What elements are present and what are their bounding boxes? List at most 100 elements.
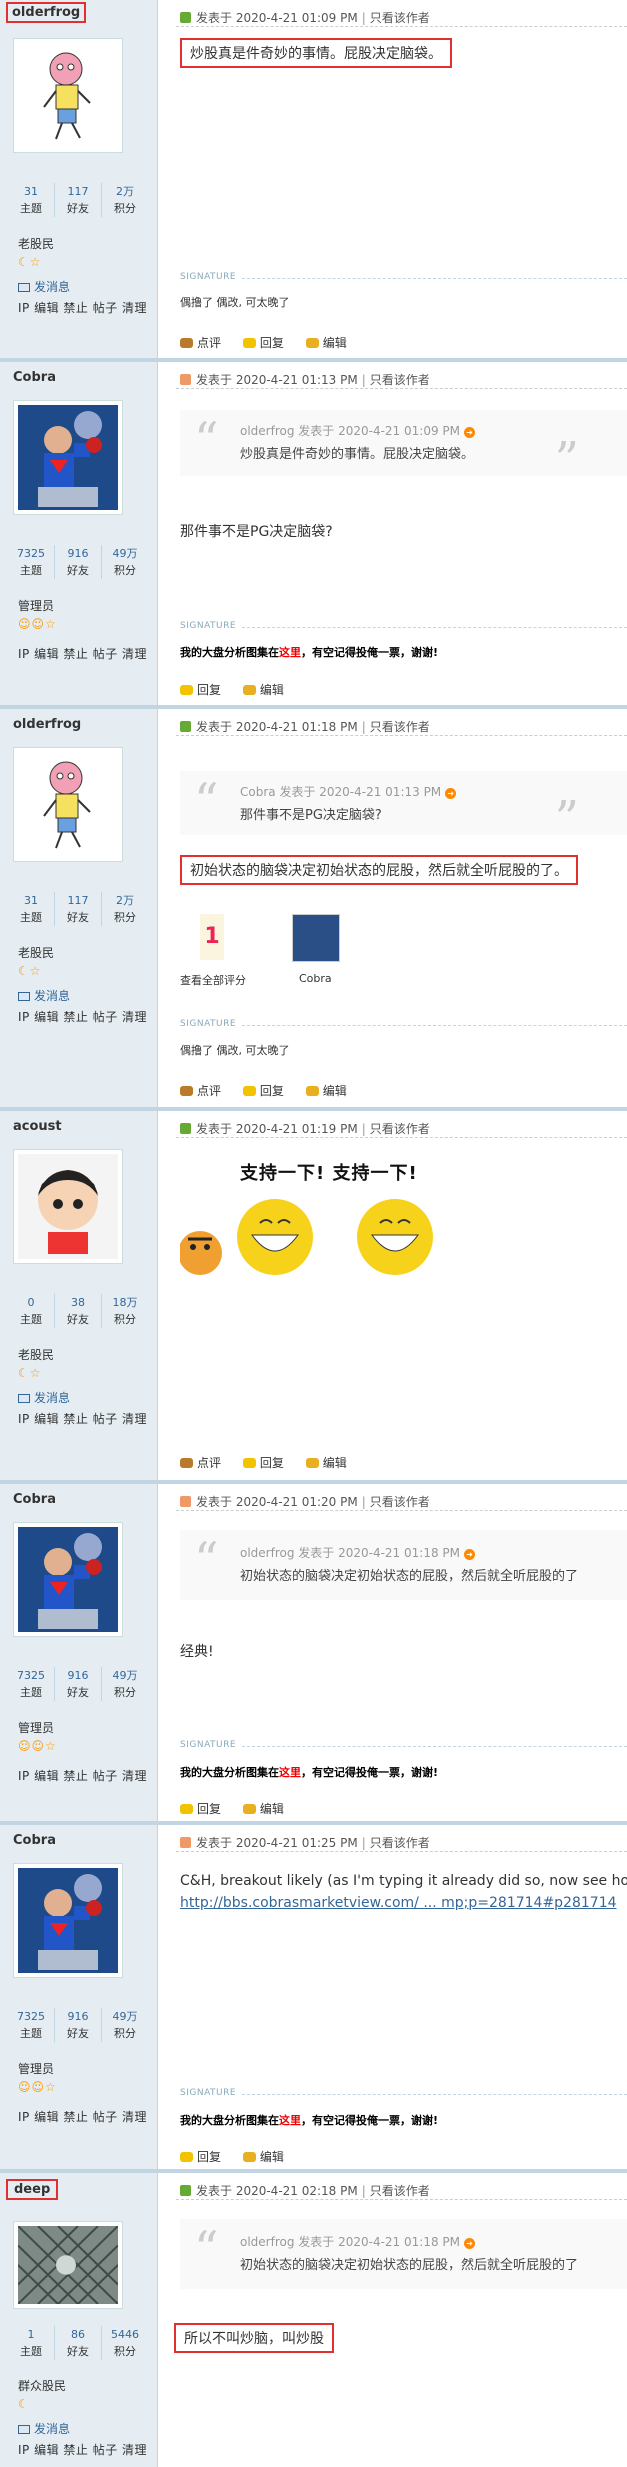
- stat-threads[interactable]: 7325 主题: [8, 545, 54, 579]
- post-footer: 回复 编辑: [180, 2148, 302, 2165]
- signature-link[interactable]: 这里: [279, 646, 301, 659]
- quote-jump-icon[interactable]: ➜: [464, 2238, 475, 2249]
- author-only-link[interactable]: 只看该作者: [370, 2184, 430, 2198]
- edit-button[interactable]: 编辑: [305, 1084, 347, 1098]
- stat-friends[interactable]: 916 好友: [54, 545, 101, 579]
- stat-points[interactable]: 18万 积分: [101, 1294, 148, 1328]
- quote-jump-icon[interactable]: ➜: [464, 427, 475, 438]
- stat-threads[interactable]: 7325 主题: [8, 2008, 54, 2042]
- stat-friends[interactable]: 38 好友: [54, 1294, 101, 1328]
- pencil-icon: [242, 2152, 256, 2162]
- quote-block: “ olderfrog 发表于 2020-4-21 01:18 PM ➜ 初始状态…: [180, 2219, 627, 2289]
- edit-button[interactable]: 编辑: [305, 336, 347, 350]
- pencil-icon: [305, 1086, 319, 1096]
- stat-threads[interactable]: 0 主题: [8, 1294, 54, 1328]
- admin-actions[interactable]: IP 编辑 禁止 帖子 清理: [18, 299, 147, 316]
- avatar[interactable]: [13, 2221, 123, 2309]
- send-message-link[interactable]: 发消息: [18, 2420, 70, 2437]
- avatar[interactable]: [13, 1863, 123, 1978]
- post-link[interactable]: http://bbs.cobrasmarketview.com/ ... mp;…: [180, 1895, 617, 1911]
- stat-points[interactable]: 49万 积分: [101, 545, 148, 579]
- comment-button[interactable]: 点评: [180, 336, 221, 350]
- quote-jump-icon[interactable]: ➜: [445, 788, 457, 799]
- admin-actions[interactable]: IP 编辑 禁止 帖子 清理: [18, 2441, 147, 2458]
- reply-button[interactable]: 回复: [242, 1456, 284, 1470]
- stat-threads[interactable]: 7325 主题: [8, 1667, 54, 1701]
- stat-friends[interactable]: 117 好友: [54, 183, 101, 217]
- edit-button[interactable]: 编辑: [242, 1802, 284, 1816]
- avatar[interactable]: [13, 1522, 123, 1637]
- post-date: 发表于 2020-4-21 01:18 PM: [196, 720, 358, 734]
- author-only-link[interactable]: 只看该作者: [370, 1122, 430, 1136]
- admin-actions[interactable]: IP 编辑 禁止 帖子 清理: [18, 1410, 147, 1427]
- author-name[interactable]: deep: [6, 2179, 59, 2200]
- avatar[interactable]: [13, 747, 123, 862]
- signature-link[interactable]: 这里: [279, 1766, 301, 1779]
- avatar[interactable]: [13, 1149, 123, 1264]
- signature-link[interactable]: 这里: [279, 2114, 301, 2127]
- comment-button[interactable]: 点评: [180, 1456, 221, 1470]
- stat-points[interactable]: 2万 积分: [101, 892, 148, 926]
- edit-button[interactable]: 编辑: [305, 1456, 347, 1470]
- rating-count: 1: [200, 914, 224, 960]
- stat-points[interactable]: 5446 积分: [101, 2326, 148, 2360]
- online-icon: [180, 1123, 191, 1134]
- stat-threads[interactable]: 1 主题: [8, 2326, 54, 2360]
- admin-actions[interactable]: IP 编辑 禁止 帖子 清理: [18, 2108, 147, 2125]
- signature: 我的大盘分析图集在这里，有空记得投俺一票，谢谢!: [180, 2114, 439, 2127]
- send-message-link[interactable]: 发消息: [18, 1389, 70, 1406]
- admin-actions[interactable]: IP 编辑 禁止 帖子 清理: [18, 645, 147, 662]
- stat-points[interactable]: 49万 积分: [101, 1667, 148, 1701]
- stat-friends[interactable]: 86 好友: [54, 2326, 101, 2360]
- stat-points[interactable]: 2万 积分: [101, 183, 148, 217]
- send-message-link[interactable]: 发消息: [18, 278, 70, 295]
- stat-threads[interactable]: 31 主题: [8, 892, 54, 926]
- edit-button[interactable]: 编辑: [242, 683, 284, 697]
- view-all-ratings-link[interactable]: 查看全部评分: [180, 972, 246, 988]
- author-only-link[interactable]: 只看该作者: [370, 1836, 430, 1850]
- post: olderfrog 31 主题 117 好友 2万 积分 老股民 ☾☆ 发消息 IP …: [0, 0, 627, 362]
- rank-stars-icon: ☾☆: [18, 255, 42, 269]
- author-name[interactable]: olderfrog: [10, 716, 84, 733]
- author-name[interactable]: olderfrog: [6, 2, 87, 23]
- send-message-link[interactable]: 发消息: [18, 987, 70, 1004]
- stat-friends[interactable]: 916 好友: [54, 2008, 101, 2042]
- edit-button[interactable]: 编辑: [242, 2150, 284, 2164]
- author-only-link[interactable]: 只看该作者: [370, 373, 430, 387]
- author-name[interactable]: Cobra: [10, 1832, 59, 1849]
- post-header: 发表于 2020-4-21 01:18 PM | 只看该作者: [180, 718, 430, 735]
- post-footer: 点评 回复 编辑: [180, 1082, 365, 1099]
- author-name[interactable]: Cobra: [10, 369, 59, 386]
- author-panel: acoust 0 主题 38 好友 18万 积分 老股民 ☾☆ 发消息 IP 编辑 禁…: [0, 1111, 158, 1480]
- stat-friends[interactable]: 117 好友: [54, 892, 101, 926]
- reply-button[interactable]: 回复: [180, 683, 221, 697]
- stat-friends[interactable]: 916 好友: [54, 1667, 101, 1701]
- author-only-link[interactable]: 只看该作者: [370, 1495, 430, 1509]
- rater-name[interactable]: Cobra: [299, 972, 332, 985]
- post: olderfrog 31 主题 117 好友 2万 积分 老股民 ☾☆ 发消息 IP …: [0, 709, 627, 1111]
- author-name[interactable]: Cobra: [10, 1491, 59, 1508]
- avatar[interactable]: [13, 400, 123, 515]
- author-panel: olderfrog 31 主题 117 好友 2万 积分 老股民 ☾☆ 发消息 IP …: [0, 0, 158, 358]
- reply-button[interactable]: 回复: [180, 2150, 221, 2164]
- quote-block: “ olderfrog 发表于 2020-4-21 01:09 PM ➜ 炒股真是…: [180, 410, 627, 484]
- rater-avatar[interactable]: [292, 914, 340, 962]
- post-content: C&H, breakout likely (as I'm typing it a…: [180, 1873, 627, 1889]
- user-rank: 管理员: [18, 2062, 55, 2076]
- stat-threads[interactable]: 31 主题: [8, 183, 54, 217]
- author-stats: 31 主题 117 好友 2万 积分: [8, 183, 148, 217]
- reply-button[interactable]: 回复: [180, 1802, 221, 1816]
- author-only-link[interactable]: 只看该作者: [370, 720, 430, 734]
- admin-actions[interactable]: IP 编辑 禁止 帖子 清理: [18, 1008, 147, 1025]
- post-content: 经典!: [180, 1644, 214, 1660]
- author-only-link[interactable]: 只看该作者: [370, 11, 430, 25]
- online-icon: [180, 2185, 191, 2196]
- admin-actions[interactable]: IP 编辑 禁止 帖子 清理: [18, 1767, 147, 1784]
- avatar[interactable]: [13, 38, 123, 153]
- comment-button[interactable]: 点评: [180, 1084, 221, 1098]
- reply-button[interactable]: 回复: [242, 1084, 284, 1098]
- reply-button[interactable]: 回复: [242, 336, 284, 350]
- quote-jump-icon[interactable]: ➜: [464, 1549, 475, 1560]
- author-name[interactable]: acoust: [10, 1118, 65, 1135]
- stat-points[interactable]: 49万 积分: [101, 2008, 148, 2042]
